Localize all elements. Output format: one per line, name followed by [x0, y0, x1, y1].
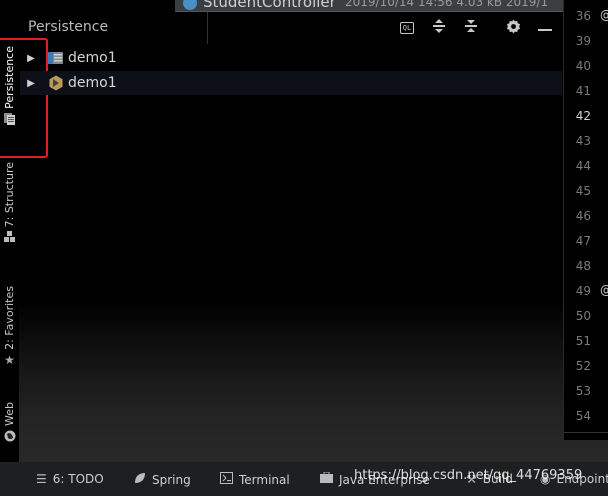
tab-terminal-label: Terminal	[239, 472, 290, 487]
line-number: 48	[575, 259, 591, 273]
line-number: 47	[575, 234, 591, 248]
line-number-current: 42	[575, 109, 591, 123]
expand-all-button[interactable]	[429, 18, 449, 38]
file-meta: 2019/10/14 14:56 4.03 kB 2019/1	[345, 0, 549, 9]
line-number: 43	[575, 134, 591, 148]
expand-arrow-icon[interactable]: ▶	[22, 53, 40, 64]
tree-item-demo1-hibernate[interactable]: ▶ demo1	[20, 71, 562, 95]
java-enterprise-icon	[320, 471, 333, 487]
line-number: 49	[575, 284, 591, 298]
tab-web[interactable]: Web	[0, 402, 19, 444]
tree-item-label: demo1	[68, 75, 117, 91]
hibernate-icon	[48, 75, 64, 91]
minimize-button[interactable]	[535, 18, 555, 38]
ql-console-icon: QL	[399, 22, 415, 34]
database-module-icon	[48, 50, 64, 66]
tree-item-demo1-module[interactable]: ▶ demo1	[20, 46, 562, 70]
gear-icon	[506, 18, 521, 38]
line-number: 39	[575, 34, 591, 48]
class-file-icon	[183, 0, 197, 10]
tab-todo[interactable]: ☰ 6: TODO	[36, 472, 104, 486]
file-list-row[interactable]: StudentController 2019/10/14 14:56 4.03 …	[175, 0, 563, 12]
tab-spring-label: Spring	[152, 472, 191, 487]
expand-arrow-icon[interactable]: ▶	[22, 78, 40, 89]
tab-spring[interactable]: Spring	[134, 472, 191, 487]
annotation-marker[interactable]: @	[600, 8, 608, 22]
collapse-all-button[interactable]	[461, 18, 481, 38]
tree-item-label: demo1	[68, 50, 117, 66]
line-number: 54	[575, 409, 591, 423]
line-number: 52	[575, 359, 591, 373]
minimize-icon	[538, 20, 552, 36]
gutter-divider	[564, 432, 608, 433]
line-number: 46	[575, 209, 591, 223]
star-icon: ★	[4, 352, 15, 367]
annotation-marker[interactable]: @	[600, 283, 608, 297]
structure-icon	[4, 231, 15, 244]
tab-todo-label: 6: TODO	[52, 472, 104, 486]
tab-terminal[interactable]: Terminal	[220, 472, 290, 487]
line-number: 41	[575, 84, 591, 98]
web-icon	[4, 430, 16, 444]
tab-structure[interactable]: 7: Structure	[0, 162, 19, 244]
line-number: 36	[575, 9, 591, 23]
list-icon: ☰	[36, 472, 47, 486]
panel-title: Persistence	[28, 19, 109, 35]
file-name: StudentController	[203, 0, 336, 11]
tab-favorites-label: 2: Favorites	[3, 286, 16, 350]
line-number: 44	[575, 159, 591, 173]
ql-console-button[interactable]: QL	[397, 18, 417, 38]
line-number: 45	[575, 184, 591, 198]
line-number: 50	[575, 309, 591, 323]
watermark: https://blog.csdn.net/qq_44769359	[354, 468, 583, 483]
settings-button[interactable]	[503, 18, 523, 38]
tab-favorites[interactable]: 2: Favorites ★	[0, 286, 19, 366]
header-separator	[207, 12, 208, 44]
tab-structure-label: 7: Structure	[3, 162, 16, 228]
editor-gutter: 36 @ 39 40 41 42 43 44 45 46 47 48 49 @ …	[563, 0, 608, 440]
spring-leaf-icon	[134, 472, 146, 487]
line-number: 40	[575, 59, 591, 73]
expand-all-icon	[432, 18, 446, 38]
line-number: 53	[575, 384, 591, 398]
line-number: 51	[575, 334, 591, 348]
tab-web-label: Web	[3, 402, 16, 426]
collapse-all-icon	[464, 18, 478, 38]
terminal-icon	[220, 472, 233, 487]
